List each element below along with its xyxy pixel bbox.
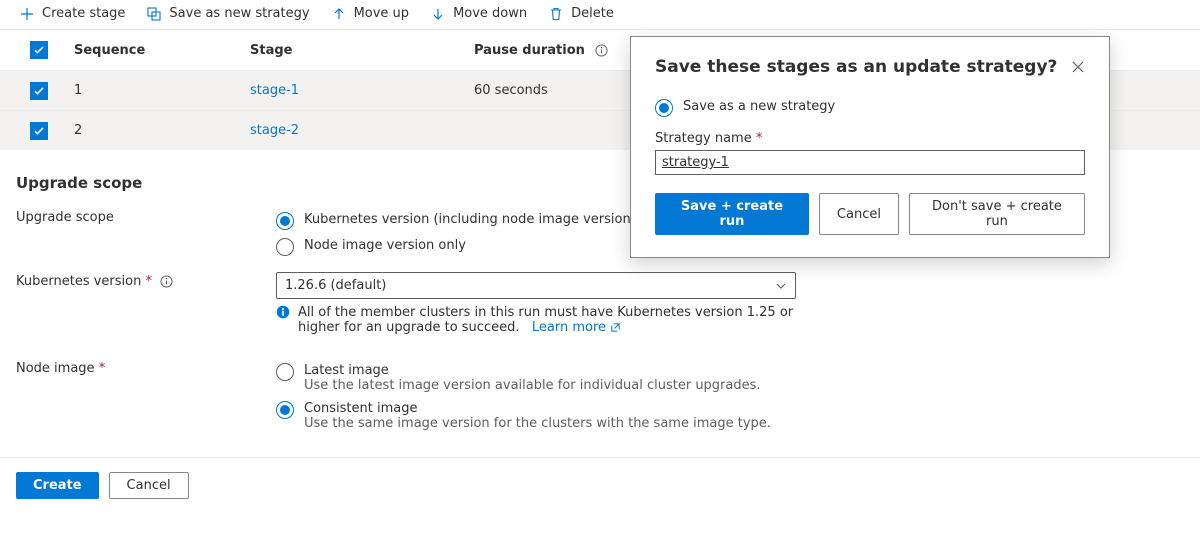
- row-checkbox[interactable]: [30, 82, 48, 100]
- cancel-button[interactable]: Cancel: [109, 472, 189, 499]
- plus-icon: [20, 7, 34, 21]
- kubernetes-version-row: Kubernetes version * 1.26.6 (default) Al…: [0, 266, 1200, 341]
- kubernetes-version-label: Kubernetes version *: [16, 272, 276, 289]
- footer-bar: Create Cancel: [0, 457, 1200, 513]
- version-note: All of the member clusters in this run m…: [276, 299, 796, 335]
- learn-more-link[interactable]: Learn more: [532, 320, 621, 335]
- move-up-label: Move up: [354, 6, 410, 21]
- delete-label: Delete: [571, 6, 614, 21]
- save-create-run-button[interactable]: Save + create run: [655, 193, 809, 235]
- strategy-name-label: Strategy name *: [655, 131, 1085, 146]
- move-up-button[interactable]: Move up: [332, 6, 410, 21]
- radio-icon: [655, 99, 673, 117]
- save-as-new-strategy-button[interactable]: Save as new strategy: [147, 6, 309, 21]
- command-bar: Create stage Save as new strategy Move u…: [0, 0, 1200, 29]
- close-icon[interactable]: [1071, 60, 1085, 74]
- radio-icon: [276, 401, 294, 419]
- radio-icon: [276, 363, 294, 381]
- radio-icon: [276, 238, 294, 256]
- create-button[interactable]: Create: [16, 472, 99, 499]
- create-stage-label: Create stage: [42, 6, 125, 21]
- node-image-label: Node image *: [16, 359, 276, 376]
- row-stage-link[interactable]: stage-2: [250, 123, 474, 138]
- col-sequence: Sequence: [74, 43, 250, 58]
- strategy-name-input[interactable]: strategy-1: [655, 150, 1085, 175]
- radio-icon: [276, 212, 294, 230]
- create-stage-button[interactable]: Create stage: [20, 6, 125, 21]
- row-checkbox[interactable]: [30, 122, 48, 140]
- col-stage: Stage: [250, 43, 474, 58]
- row-sequence: 2: [74, 123, 250, 138]
- move-down-label: Move down: [453, 6, 527, 21]
- info-icon[interactable]: [160, 275, 173, 288]
- node-image-row: Node image * Latest image Use the latest…: [0, 353, 1200, 441]
- select-all-checkbox[interactable]: [30, 41, 48, 59]
- dialog-cancel-button[interactable]: Cancel: [819, 193, 899, 235]
- chevron-down-icon: [775, 280, 787, 292]
- arrow-up-icon: [332, 7, 346, 21]
- dont-save-create-run-button[interactable]: Don't save + create run: [909, 193, 1085, 235]
- arrow-down-icon: [431, 7, 445, 21]
- move-down-button[interactable]: Move down: [431, 6, 527, 21]
- row-sequence: 1: [74, 83, 250, 98]
- info-icon: [276, 305, 290, 335]
- dialog-title: Save these stages as an update strategy?: [655, 57, 1057, 77]
- delete-button[interactable]: Delete: [549, 6, 614, 21]
- save-strategy-dialog: Save these stages as an update strategy?…: [630, 36, 1110, 258]
- kubernetes-version-select[interactable]: 1.26.6 (default): [276, 272, 796, 299]
- dialog-option-save-new[interactable]: Save as a new strategy: [655, 95, 1085, 121]
- trash-icon: [549, 7, 563, 21]
- row-stage-link[interactable]: stage-1: [250, 83, 474, 98]
- upgrade-scope-label: Upgrade scope: [16, 208, 276, 225]
- info-icon[interactable]: [595, 44, 608, 57]
- node-image-option-consistent[interactable]: Consistent image Use the same image vers…: [276, 397, 796, 435]
- node-image-option-latest[interactable]: Latest image Use the latest image versio…: [276, 359, 796, 397]
- save-strategy-icon: [147, 7, 161, 21]
- save-as-new-strategy-label: Save as new strategy: [169, 6, 309, 21]
